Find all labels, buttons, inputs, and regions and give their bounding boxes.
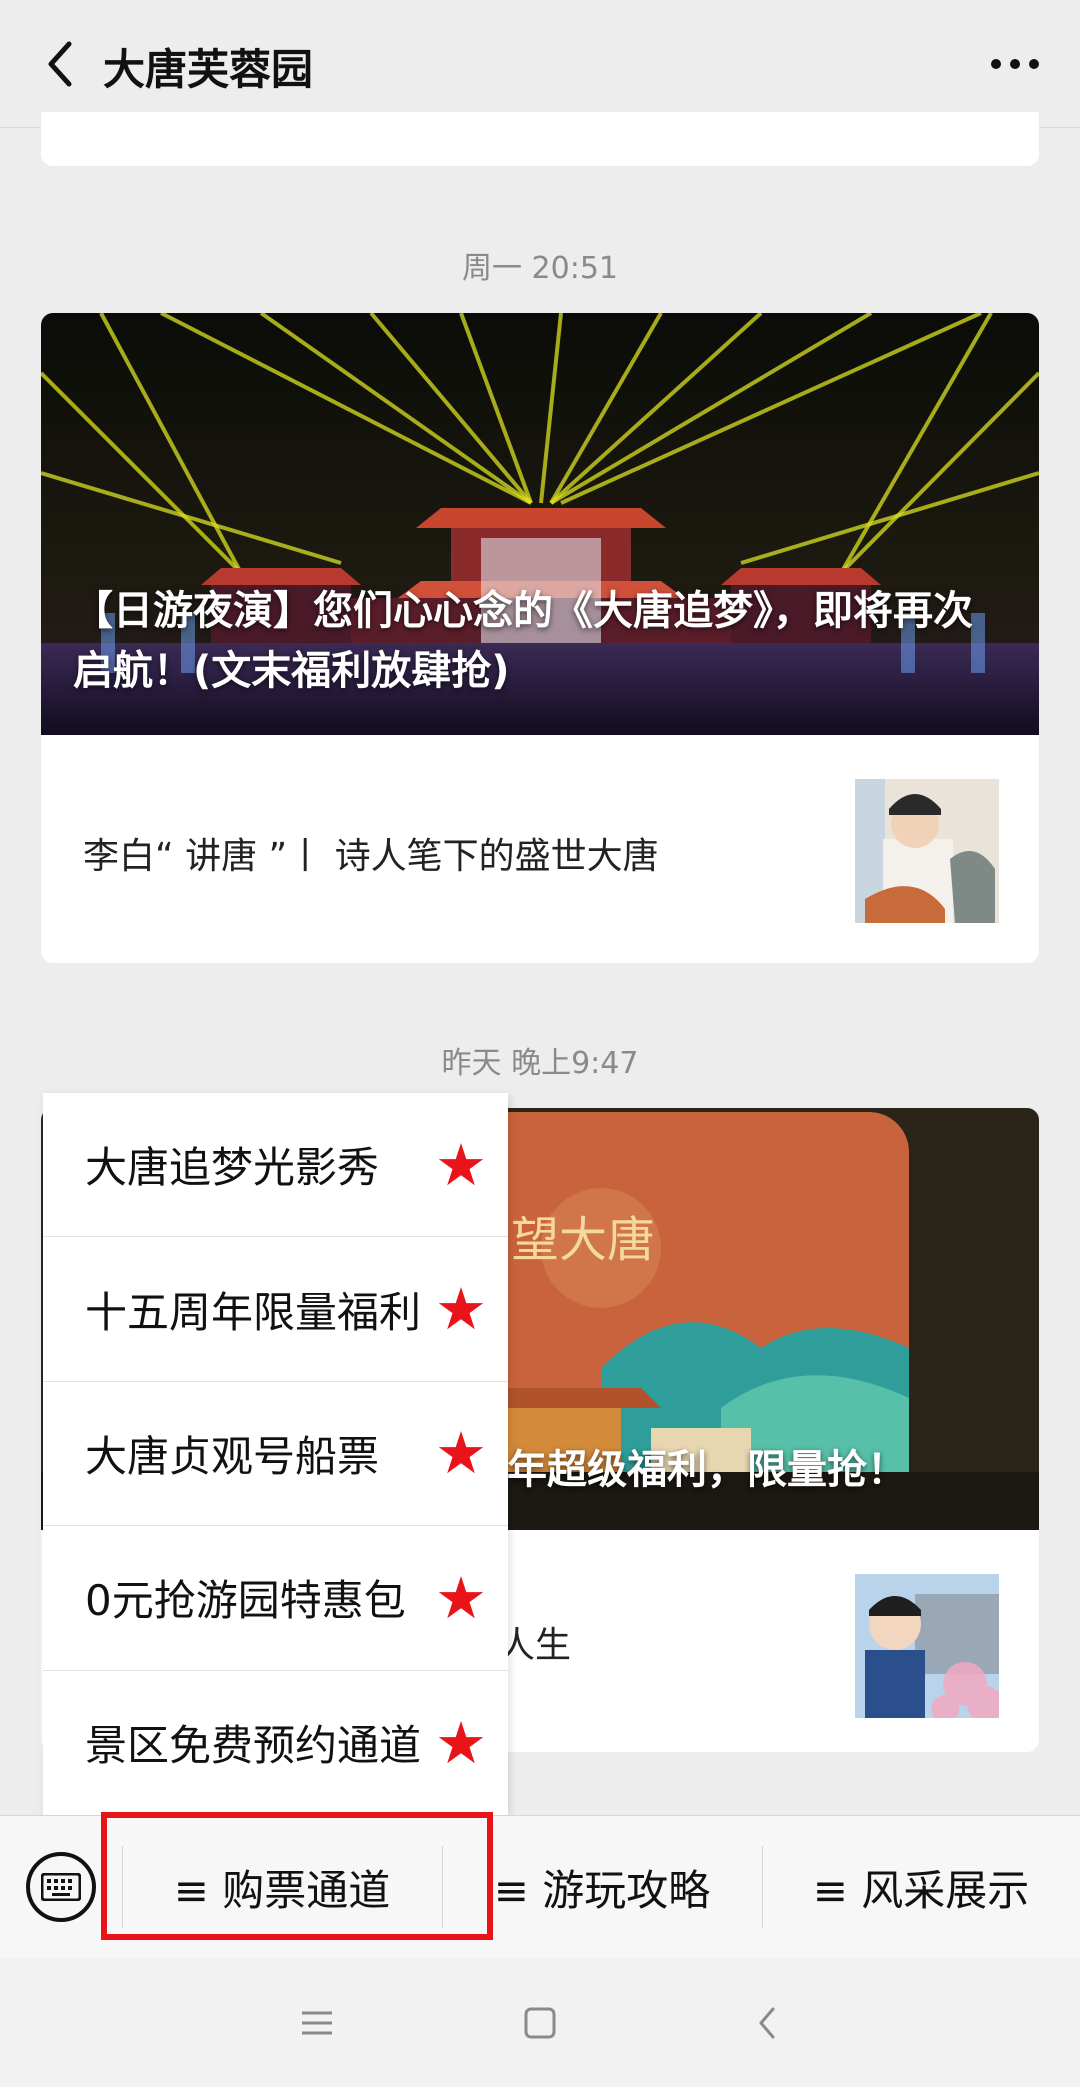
star-icon: ★ xyxy=(435,1419,487,1488)
sub-article-thumbnail xyxy=(855,1574,999,1718)
submenu-popup: 大唐追梦光影秀 ★ 十五周年限量福利 ★ 大唐贞观号船票 ★ 0元抢游园特惠包 … xyxy=(43,1093,508,1815)
submenu-item-label: 大唐追梦光影秀 xyxy=(85,1143,380,1193)
submenu-item-label: 0元抢游园特惠包 xyxy=(85,1576,406,1626)
sub-article-thumbnail xyxy=(855,779,999,923)
article-hero-title: 年超级福利，限量抢！ xyxy=(507,1447,907,1493)
submenu-item-label: 景区免费预约通道 xyxy=(85,1721,422,1771)
article-hero-title: 【日游夜演】您们心心念的《大唐追梦》，即将再次启航！(文末福利放肆抢) xyxy=(73,588,973,694)
submenu-item-free-reservation[interactable]: 景区免费预约通道 ★ xyxy=(43,1671,508,1815)
submenu-item-light-show[interactable]: 大唐追梦光影秀 ★ xyxy=(43,1093,508,1238)
more-dots-icon xyxy=(991,59,1039,69)
submenu-item-label: 大唐贞观号船票 xyxy=(85,1431,380,1481)
more-button[interactable] xyxy=(980,34,1050,94)
back-button[interactable] xyxy=(30,34,90,94)
highlight-annotation-box xyxy=(101,1812,493,1940)
star-icon: ★ xyxy=(435,1130,487,1199)
sub-article-title: 李白“ 讲唐 ”丨 诗人笔下的盛世大唐 xyxy=(83,836,659,877)
keyboard-toggle-button[interactable] xyxy=(26,1852,96,1922)
message-timestamp: 昨天 晚上9:47 xyxy=(441,1046,639,1081)
nav-menu-icon xyxy=(302,2011,332,2035)
nav-back-button[interactable] xyxy=(742,1998,792,2048)
submenu-item-boat-ticket[interactable]: 大唐贞观号船票 ★ xyxy=(43,1382,508,1527)
back-arrow-icon xyxy=(48,41,72,87)
page-title: 大唐芙蓉园 xyxy=(103,45,314,94)
poster-text: 望大唐 xyxy=(511,1212,656,1268)
tab-showcase[interactable]: ≡ 风采展示 xyxy=(762,1816,1080,1959)
star-icon: ★ xyxy=(435,1563,487,1632)
system-nav-bar xyxy=(0,1958,1080,2087)
star-icon: ★ xyxy=(435,1275,487,1344)
submenu-item-anniversary-benefits[interactable]: 十五周年限量福利 ★ xyxy=(43,1237,508,1382)
nav-home-icon xyxy=(524,2007,556,2039)
star-icon: ★ xyxy=(435,1708,487,1777)
sub-article-row[interactable]: 李白“ 讲唐 ”丨 诗人笔下的盛世大唐 xyxy=(41,735,1039,963)
submenu-item-special-package[interactable]: 0元抢游园特惠包 ★ xyxy=(43,1526,508,1671)
nav-back-icon xyxy=(759,2007,775,2039)
message-timestamp: 周一 20:51 xyxy=(462,251,618,286)
nav-home-button[interactable] xyxy=(515,1998,565,2048)
wechat-official-account-page: 大唐芙蓉园 周一 20:51 【日游夜演】您们心心念的《大唐追梦》，即将再次启航… xyxy=(0,0,1080,2087)
top-bar: 大唐芙蓉园 xyxy=(0,0,1080,128)
sub-article-title: 人生 xyxy=(499,1625,572,1666)
submenu-item-label: 十五周年限量福利 xyxy=(85,1287,422,1337)
article-hero-image[interactable]: 【日游夜演】您们心心念的《大唐追梦》，即将再次启航！(文末福利放肆抢) xyxy=(41,313,1039,735)
previous-article-card[interactable] xyxy=(41,112,1039,166)
article-card[interactable]: 【日游夜演】您们心心念的《大唐追梦》，即将再次启航！(文末福利放肆抢) 李白“ … xyxy=(41,313,1039,963)
keyboard-icon xyxy=(41,1873,81,1901)
nav-menu-button[interactable] xyxy=(292,1998,342,2048)
